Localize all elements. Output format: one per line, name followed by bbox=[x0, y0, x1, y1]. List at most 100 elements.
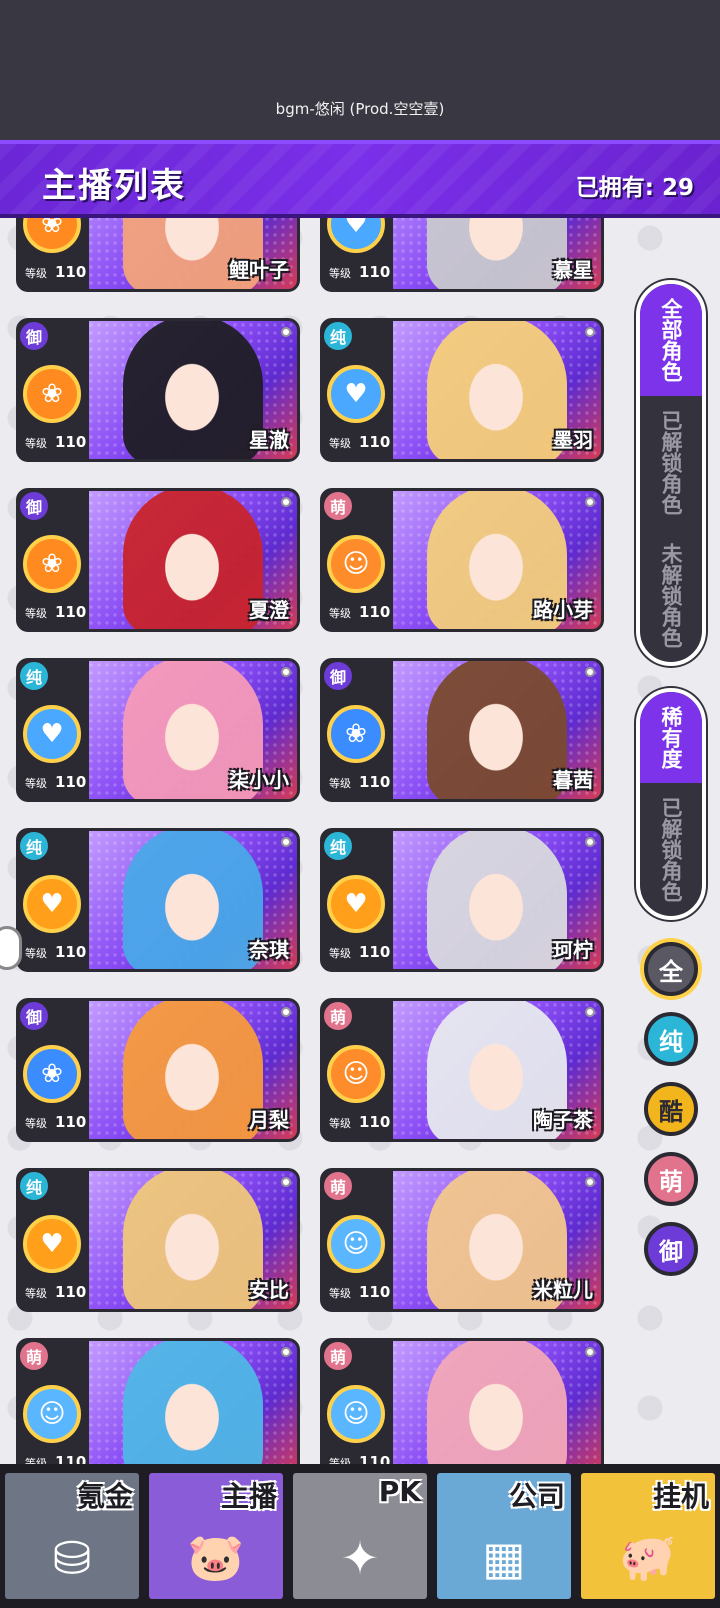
streamer-card[interactable]: ❀ 等级 110 月梨 御 bbox=[16, 998, 300, 1142]
bgm-label: bgm-悠闲 (Prod.空空壹) bbox=[275, 100, 445, 118]
level-label: 等级 bbox=[329, 777, 351, 790]
shark-icon: ✦ bbox=[340, 1531, 380, 1585]
cat-blue-icon: ☺ bbox=[327, 1385, 385, 1443]
level-label: 等级 bbox=[329, 267, 351, 280]
filter-all-button[interactable]: 全 bbox=[644, 942, 698, 996]
level-label: 等级 bbox=[329, 1287, 351, 1300]
level-label: 等级 bbox=[329, 607, 351, 620]
level-value: 110 bbox=[55, 1283, 87, 1301]
sort-rarity[interactable]: 稀有度 bbox=[640, 692, 702, 783]
streamer-card[interactable]: ☺ 等级 110 路小芽 萌 bbox=[320, 488, 604, 632]
card-indicator-dot bbox=[585, 327, 595, 337]
card-indicator-dot bbox=[281, 1347, 291, 1357]
level-label: 等级 bbox=[329, 1457, 351, 1464]
nav-pig-hat[interactable]: 🐷 主播 bbox=[146, 1470, 286, 1602]
side-filter-panel: 全部角色 已解锁角色 未解锁角色 稀有度 已解锁角色 全 纯 酷 萌 御 bbox=[636, 280, 706, 1276]
streamer-card[interactable]: ♥ 等级 110 奈琪 纯 bbox=[16, 828, 300, 972]
nav-coins[interactable]: ⛁ 氪金 bbox=[2, 1470, 142, 1602]
streamer-name: 墨羽 bbox=[553, 428, 593, 452]
type-badge: 萌 bbox=[323, 491, 355, 523]
streamer-card[interactable]: ♥ 等级 110 慕星 bbox=[320, 218, 604, 292]
nav-label: 主播 bbox=[220, 1480, 277, 1513]
level-value: 110 bbox=[55, 263, 87, 281]
coins-icon: ⛁ bbox=[52, 1531, 92, 1585]
card-indicator-dot bbox=[585, 1007, 595, 1017]
filter-pure-button[interactable]: 纯 bbox=[644, 1012, 698, 1066]
building-icon: ▦ bbox=[482, 1531, 526, 1585]
streamer-card[interactable]: ♥ 等级 110 墨羽 纯 bbox=[320, 318, 604, 462]
level-value: 110 bbox=[359, 1283, 391, 1301]
streamer-name: 慕星 bbox=[553, 258, 593, 282]
character-portrait bbox=[137, 329, 247, 453]
streamer-card[interactable]: ☺ 等级 110 陶子茶 萌 bbox=[320, 998, 604, 1142]
pig-hat-icon: 🐷 bbox=[187, 1530, 245, 1584]
streamer-card[interactable]: ☺ 等级 110 萌 bbox=[16, 1338, 300, 1464]
streamer-name: 暮茜 bbox=[553, 768, 593, 792]
streamer-card[interactable]: ❀ 等级 110 夏澄 御 bbox=[16, 488, 300, 632]
rose-blue-icon: ❀ bbox=[23, 1045, 81, 1103]
filter-cool-button[interactable]: 酷 bbox=[644, 1082, 698, 1136]
level-label: 等级 bbox=[25, 947, 47, 960]
streamer-card[interactable]: ♥ 等级 110 柒小小 纯 bbox=[16, 658, 300, 802]
sort-unlocked[interactable]: 已解锁角色 bbox=[640, 783, 702, 916]
streamer-card[interactable]: ❀ 等级 110 暮茜 御 bbox=[320, 658, 604, 802]
streamer-card[interactable]: ❀ 等级 110 星澈 御 bbox=[16, 318, 300, 462]
nav-label: 公司 bbox=[508, 1480, 565, 1513]
rose-orange-icon: ❀ bbox=[23, 365, 81, 423]
cat-blue-icon: ☺ bbox=[23, 1385, 81, 1443]
nav-shark[interactable]: ✦ PK bbox=[290, 1470, 430, 1602]
level-value: 110 bbox=[359, 433, 391, 451]
type-badge: 萌 bbox=[323, 1171, 355, 1203]
sort-filter: 稀有度 已解锁角色 bbox=[636, 688, 706, 920]
streamer-card[interactable]: ❀ 等级 110 鲤叶子 bbox=[16, 218, 300, 292]
character-portrait bbox=[441, 329, 551, 453]
card-indicator-dot bbox=[281, 837, 291, 847]
rose-blue-icon: ❀ bbox=[327, 705, 385, 763]
level-value: 110 bbox=[359, 773, 391, 791]
level-value: 110 bbox=[55, 773, 87, 791]
streamer-card[interactable]: ☺ 等级 110 米粒儿 萌 bbox=[320, 1168, 604, 1312]
streamer-name: 夏澄 bbox=[249, 598, 289, 622]
filter-unlocked-roles[interactable]: 已解锁角色 bbox=[640, 396, 702, 529]
heart-blue-icon: ♥ bbox=[327, 365, 385, 423]
level-value: 110 bbox=[55, 943, 87, 961]
status-bar: bgm-悠闲 (Prod.空空壹) bbox=[0, 0, 720, 140]
card-indicator-dot bbox=[585, 497, 595, 507]
streamer-name: 安比 bbox=[249, 1278, 289, 1302]
piggy-icon: 🐖 bbox=[619, 1530, 677, 1584]
type-badge: 纯 bbox=[19, 831, 51, 863]
card-indicator-dot bbox=[281, 1007, 291, 1017]
level-value: 110 bbox=[359, 943, 391, 961]
character-portrait bbox=[441, 218, 551, 283]
streamer-name: 奈琪 bbox=[249, 938, 289, 962]
filter-all-roles[interactable]: 全部角色 bbox=[640, 284, 702, 396]
ownership-filter: 全部角色 已解锁角色 未解锁角色 bbox=[636, 280, 706, 666]
level-label: 等级 bbox=[25, 267, 47, 280]
streamer-list[interactable]: ❀ 等级 110 鲤叶子 ♥ 等级 110 慕星 ❀ 等级 110 星澈 御 ♥… bbox=[0, 218, 720, 1464]
nav-building[interactable]: ▦ 公司 bbox=[434, 1470, 574, 1602]
level-label: 等级 bbox=[329, 947, 351, 960]
card-indicator-dot bbox=[281, 667, 291, 677]
streamer-name: 星澈 bbox=[249, 428, 289, 452]
level-label: 等级 bbox=[329, 1117, 351, 1130]
level-value: 110 bbox=[359, 1113, 391, 1131]
character-portrait bbox=[441, 669, 551, 793]
level-value: 110 bbox=[55, 433, 87, 451]
filter-cute-button[interactable]: 萌 bbox=[644, 1152, 698, 1206]
nav-piggy[interactable]: 🐖 挂机 bbox=[578, 1470, 718, 1602]
streamer-card[interactable]: ♥ 等级 110 安比 纯 bbox=[16, 1168, 300, 1312]
page-title: 主播列表 bbox=[42, 166, 186, 206]
nav-label: 挂机 bbox=[652, 1480, 709, 1513]
scroll-handle[interactable] bbox=[0, 926, 22, 970]
filter-mature-button[interactable]: 御 bbox=[644, 1222, 698, 1276]
type-badge: 御 bbox=[19, 1001, 51, 1033]
type-badge: 御 bbox=[19, 321, 51, 353]
character-portrait bbox=[137, 1179, 247, 1303]
level-label: 等级 bbox=[25, 1117, 47, 1130]
streamer-name: 鲤叶子 bbox=[229, 258, 289, 282]
streamer-card[interactable]: ♥ 等级 110 珂柠 纯 bbox=[320, 828, 604, 972]
streamer-card[interactable]: ☺ 等级 110 萌 bbox=[320, 1338, 604, 1464]
character-portrait bbox=[137, 1349, 247, 1464]
card-indicator-dot bbox=[281, 497, 291, 507]
filter-locked-roles[interactable]: 未解锁角色 bbox=[640, 529, 702, 662]
